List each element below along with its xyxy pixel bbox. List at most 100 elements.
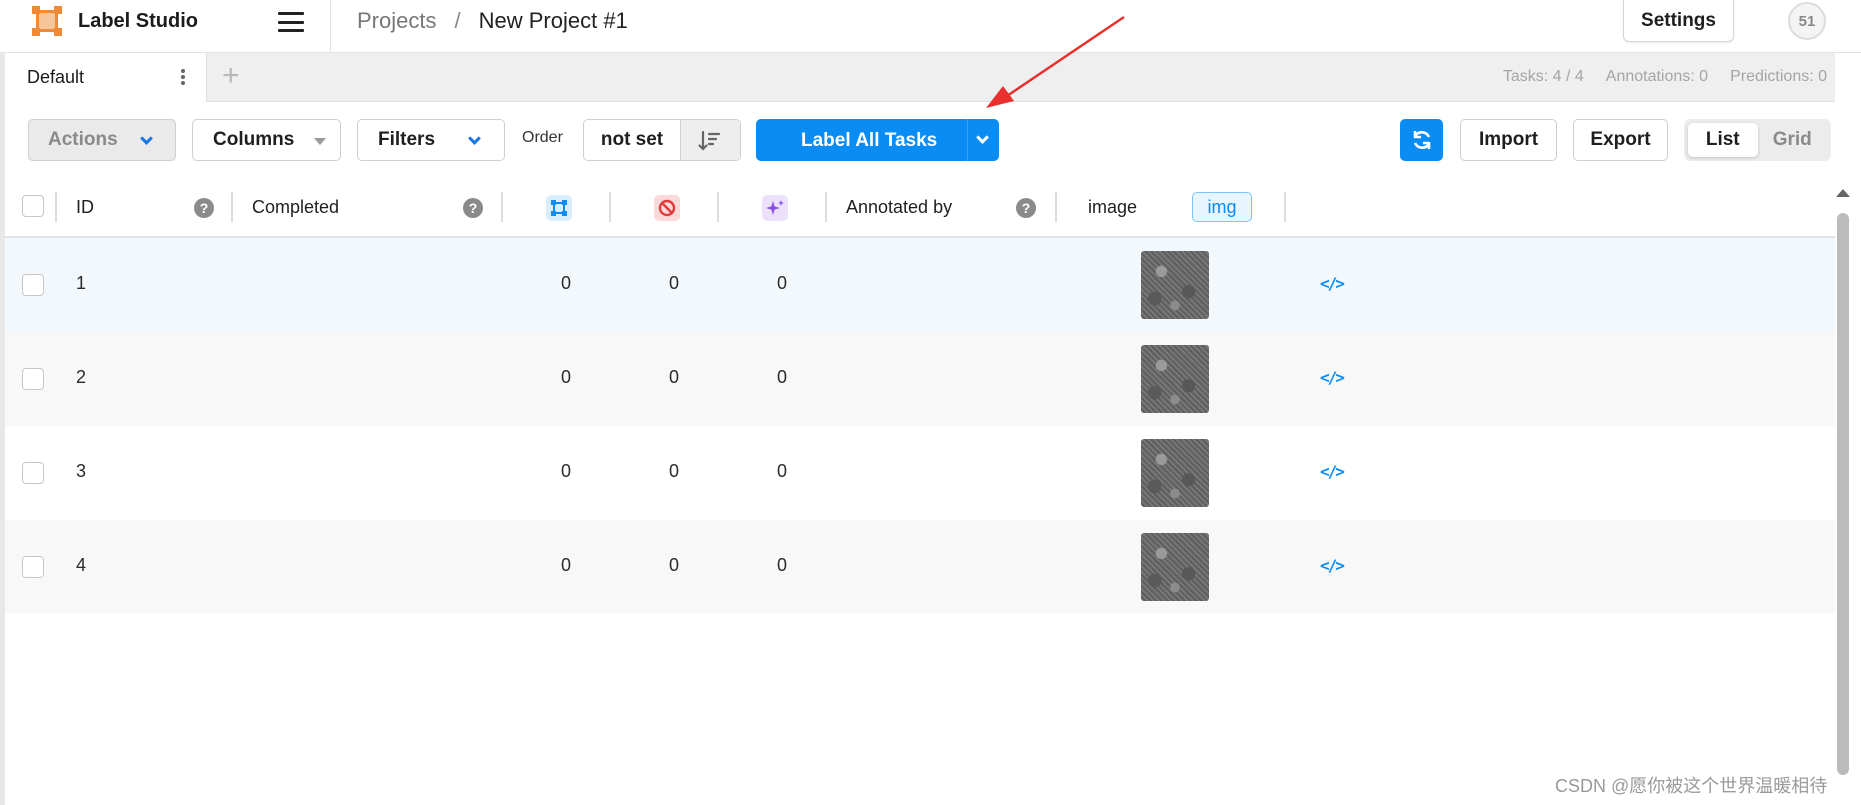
column-header-completed[interactable]: Completed [252, 197, 339, 218]
list-view-button[interactable]: List [1688, 123, 1758, 157]
user-avatar[interactable]: 51 [1788, 2, 1826, 40]
button-divider [967, 119, 968, 161]
breadcrumb-projects-link[interactable]: Projects [357, 8, 436, 34]
column-header-id[interactable]: ID [76, 197, 94, 218]
column-divider [501, 192, 503, 222]
predictions-count: Predictions: 0 [1730, 68, 1827, 85]
breadcrumb: Projects / New Project #1 [357, 8, 628, 34]
column-header-image[interactable]: image [1088, 197, 1137, 218]
columns-dropdown[interactable]: Columns [192, 119, 341, 161]
image-thumbnail[interactable] [1141, 533, 1209, 601]
table-row[interactable]: 2 0 0 0 </> [5, 332, 1835, 426]
cancelled-value: 0 [668, 555, 679, 575]
code-source-icon[interactable]: </> [1320, 274, 1345, 293]
sort-direction-icon [698, 130, 721, 151]
help-icon[interactable]: ? [1016, 198, 1036, 218]
code-source-icon[interactable]: </> [1320, 462, 1345, 481]
row-checkbox[interactable] [22, 274, 44, 296]
grid-view-button[interactable]: Grid [1758, 123, 1828, 157]
table-row[interactable]: 1 0 0 0 </> [5, 238, 1835, 332]
settings-button[interactable]: Settings [1623, 0, 1734, 42]
image-thumbnail[interactable] [1141, 345, 1209, 413]
caret-down-icon [314, 138, 326, 145]
filters-dropdown[interactable]: Filters [357, 119, 505, 161]
breadcrumb-separator: / [454, 8, 461, 33]
watermark-text: CSDN @愿你被这个世界温暖相待 [1555, 776, 1828, 796]
label-studio-logo-icon [32, 6, 62, 36]
brand[interactable]: Label Studio [32, 6, 198, 36]
tab-label: Default [27, 67, 85, 87]
row-checkbox[interactable] [22, 556, 44, 578]
task-id: 4 [76, 555, 87, 575]
actions-label: Actions [48, 129, 118, 150]
top-header: Label Studio Projects / New Project #1 S… [0, 0, 1861, 53]
column-header-annotated-by[interactable]: Annotated by [846, 197, 952, 218]
code-source-icon[interactable]: </> [1320, 368, 1345, 387]
column-divider [1284, 192, 1286, 222]
columns-label: Columns [213, 129, 295, 150]
task-id: 1 [76, 273, 87, 293]
predictions-value: 0 [776, 555, 787, 575]
help-icon[interactable]: ? [463, 198, 483, 218]
label-all-chevron-down-icon[interactable] [976, 131, 989, 144]
predictions-value: 0 [776, 367, 787, 387]
annotations-value: 0 [560, 461, 571, 481]
predictions-value: 0 [776, 273, 787, 293]
task-id: 2 [76, 367, 87, 387]
add-tab-button[interactable]: + [222, 61, 240, 91]
predictions-count-icon[interactable] [762, 195, 788, 221]
image-type-badge: img [1192, 192, 1252, 222]
tasks-table: ID ? Completed ? Annotated by ? image im… [5, 180, 1835, 614]
select-all-checkbox[interactable] [22, 195, 44, 217]
task-id: 3 [76, 461, 87, 481]
refresh-button[interactable] [1400, 119, 1443, 161]
column-divider [609, 192, 611, 222]
column-divider [55, 192, 57, 222]
cancelled-value: 0 [668, 367, 679, 387]
table-row[interactable]: 3 0 0 0 </> [5, 426, 1835, 520]
annotations-value: 0 [560, 367, 571, 387]
tab-bar: Default + Tasks: 4 / 4 Annotations: 0 Pr… [5, 53, 1835, 102]
label-all-tasks-label: Label All Tasks [801, 130, 938, 151]
order-field-select[interactable]: not set [584, 120, 681, 160]
header-divider [330, 0, 331, 52]
chevron-down-icon [468, 132, 481, 145]
row-checkbox[interactable] [22, 462, 44, 484]
column-divider [825, 192, 827, 222]
annotations-count: Annotations: 0 [1605, 68, 1709, 85]
annotations-value: 0 [560, 273, 571, 293]
tab-default[interactable]: Default [5, 53, 207, 102]
help-icon[interactable]: ? [194, 198, 214, 218]
export-button[interactable]: Export [1573, 119, 1668, 161]
predictions-value: 0 [776, 461, 787, 481]
task-stats: Tasks: 4 / 4 Annotations: 0 Predictions:… [1503, 68, 1827, 86]
image-thumbnail[interactable] [1141, 251, 1209, 319]
sort-direction-button[interactable] [681, 120, 740, 160]
actions-dropdown[interactable]: Actions [28, 119, 176, 161]
column-divider [717, 192, 719, 222]
row-checkbox[interactable] [22, 368, 44, 390]
order-label: Order [522, 129, 563, 146]
breadcrumb-project-name[interactable]: New Project #1 [479, 8, 628, 34]
cancelled-count-icon[interactable] [654, 195, 680, 221]
annotations-count-icon[interactable] [546, 195, 572, 221]
cancelled-value: 0 [668, 273, 679, 293]
order-control: not set [583, 119, 741, 161]
hamburger-menu-icon[interactable] [278, 10, 304, 34]
scroll-up-arrow-icon[interactable] [1836, 189, 1850, 197]
filters-label: Filters [378, 129, 436, 150]
code-source-icon[interactable]: </> [1320, 556, 1345, 575]
app-name: Label Studio [78, 9, 198, 32]
column-divider [1055, 192, 1057, 222]
vertical-scrollbar[interactable] [1837, 213, 1849, 775]
table-row[interactable]: 4 0 0 0 </> [5, 520, 1835, 614]
chevron-down-icon [140, 132, 153, 145]
annotations-value: 0 [560, 555, 571, 575]
cancelled-value: 0 [668, 461, 679, 481]
tab-menu-icon[interactable] [181, 69, 185, 85]
table-header: ID ? Completed ? Annotated by ? image im… [5, 180, 1835, 238]
image-thumbnail[interactable] [1141, 439, 1209, 507]
label-all-tasks-button[interactable]: Label All Tasks [756, 119, 999, 161]
import-button[interactable]: Import [1460, 119, 1557, 161]
column-divider [231, 192, 233, 222]
